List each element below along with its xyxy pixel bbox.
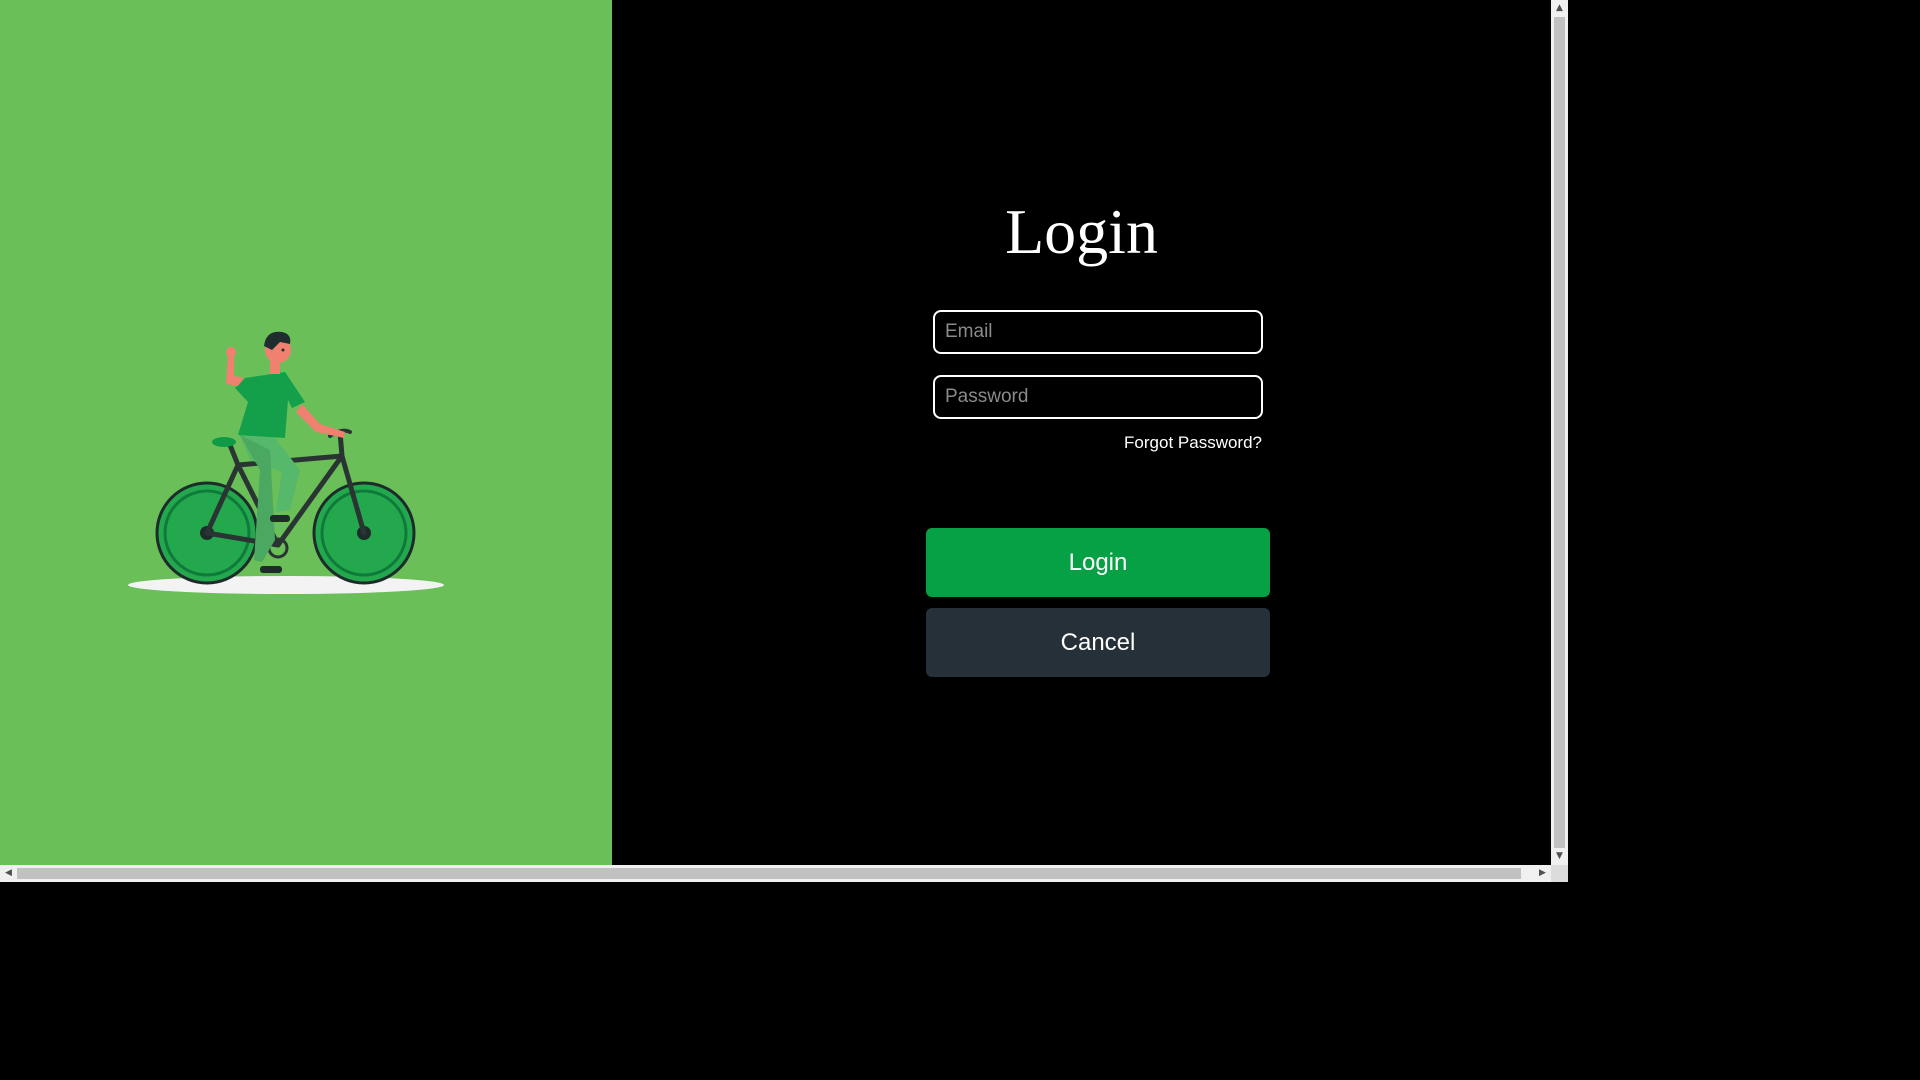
forgot-password-link[interactable]: Forgot Password? bbox=[1124, 433, 1262, 453]
email-field-wrapper bbox=[933, 310, 1263, 354]
illustration-panel bbox=[0, 0, 612, 865]
scroll-down-icon[interactable]: ▼ bbox=[1551, 848, 1568, 865]
login-button[interactable]: Login bbox=[926, 528, 1270, 597]
password-field-wrapper bbox=[933, 375, 1263, 419]
login-page: Login Forgot Password? Login Cancel ▲ ▼ … bbox=[0, 0, 1568, 882]
vertical-scroll-thumb[interactable] bbox=[1554, 17, 1565, 848]
cyclist-illustration bbox=[128, 331, 444, 594]
cancel-button[interactable]: Cancel bbox=[926, 608, 1270, 677]
page-title: Login bbox=[1005, 196, 1158, 267]
scrollbar-corner bbox=[1551, 865, 1568, 882]
password-field[interactable] bbox=[933, 375, 1263, 419]
scroll-right-icon[interactable]: ▶ bbox=[1534, 865, 1551, 882]
email-field[interactable] bbox=[933, 310, 1263, 354]
horizontal-scroll-thumb[interactable] bbox=[17, 868, 1521, 879]
vertical-scrollbar[interactable]: ▲ ▼ bbox=[1551, 0, 1568, 865]
scroll-left-icon[interactable]: ◀ bbox=[0, 865, 17, 882]
login-panel: Login Forgot Password? Login Cancel bbox=[612, 0, 1551, 865]
scroll-up-icon[interactable]: ▲ bbox=[1551, 0, 1568, 17]
horizontal-scrollbar[interactable]: ◀ ▶ bbox=[0, 865, 1551, 882]
